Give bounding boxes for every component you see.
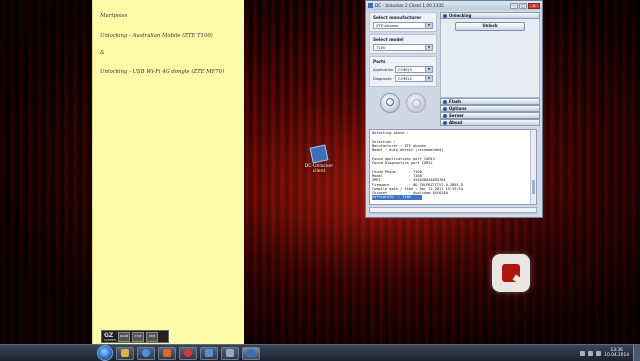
window-titlebar[interactable]: DC - Unlocker 2 Client 1.00.1335 – □ x — [366, 1, 542, 10]
application-port-select[interactable]: COM13 ▼ — [395, 66, 433, 73]
manufacturer-group: Select manufacturer ZTE phones ▼ — [369, 12, 437, 32]
log-output[interactable]: Detecting phone : Selection : Manufactur… — [369, 129, 537, 205]
chevron-down-icon: ▼ — [425, 45, 432, 50]
section-bullet-icon — [443, 13, 447, 18]
model-value: T100 — [376, 45, 386, 50]
section-server-label: Server — [449, 113, 464, 118]
chevron-down-icon: ▼ — [425, 23, 432, 28]
section-bullet-icon — [443, 113, 447, 118]
manufacturer-value: ZTE phones — [376, 23, 399, 28]
recorder-pause-button[interactable]: PAUSE — [118, 331, 131, 342]
desktop-icon-dc-unlocker[interactable]: DC-Unlocker client — [302, 144, 336, 174]
section-flash-label: Flash — [449, 99, 462, 104]
diagnostic-port-select[interactable]: COM12 ▼ — [395, 75, 433, 82]
status-bar — [369, 213, 537, 218]
note-line-3: & — [100, 50, 105, 56]
section-about-label: About — [449, 120, 463, 125]
diagnostic-port-label: Diagnostic — [373, 76, 392, 81]
log-line: ========================================… — [372, 204, 534, 205]
clock-date: 10.04.2014 — [604, 353, 629, 358]
section-flash[interactable]: Flash — [440, 98, 540, 105]
minimize-button[interactable]: – — [510, 2, 518, 9]
diagnostic-port-value: COM12 — [398, 76, 412, 81]
manufacturer-select[interactable]: ZTE phones ▼ — [373, 22, 433, 29]
recorder-stop-button[interactable]: STOP — [132, 331, 145, 342]
manufacturer-heading: Select manufacturer — [373, 15, 422, 20]
section-unlocking-label: Unlocking — [449, 13, 472, 18]
model-heading: Select model — [373, 37, 404, 42]
app-icon — [368, 3, 373, 8]
section-bullet-icon — [443, 120, 447, 125]
chevron-down-icon: ▼ — [425, 76, 432, 81]
note-line-4: Unlocking - USB Wi-Fi 4G dongle (ZTE MF7… — [100, 69, 225, 75]
taskbar: 13:36 10.04.2014 — [0, 344, 640, 361]
section-options-label: Options — [449, 106, 467, 111]
chrome-icon — [184, 349, 192, 357]
section-unlocking[interactable]: Unlocking — [440, 12, 540, 19]
desktop-icon-label: DC-Unlocker client — [304, 164, 334, 174]
model-group: Select model T100 ▼ — [369, 34, 437, 54]
taskbar-app-6[interactable] — [221, 346, 239, 360]
screen-recorder-bar: GZ SCREEN PAUSE STOP HIDE — [101, 330, 169, 343]
right-panel: Unlocking Unlock Flash Options Server Ab… — [440, 12, 540, 126]
taskbar-app-5[interactable] — [200, 346, 218, 360]
compaq-logo — [492, 254, 530, 292]
unlocking-body: Unlock — [440, 19, 540, 98]
section-options[interactable]: Options — [440, 105, 540, 112]
sticky-note[interactable]: Murtpoiss Unlocking - Australian Mobile … — [92, 0, 244, 344]
dc-unlocker-window: DC - Unlocker 2 Client 1.00.1335 – □ x S… — [365, 0, 543, 218]
unlock-button[interactable]: Unlock — [455, 22, 525, 31]
window-title: DC - Unlocker 2 Client 1.00.1335 — [375, 3, 444, 8]
taskbar-media[interactable] — [158, 346, 176, 360]
ports-group: Ports Application COM13 ▼ Diagnostic COM1… — [369, 56, 437, 87]
app-icon — [226, 349, 234, 357]
ports-heading: Ports — [373, 59, 386, 64]
log-scrollbar[interactable] — [530, 130, 536, 204]
section-about[interactable]: About — [440, 119, 540, 126]
taskbar-dc-unlocker[interactable] — [242, 346, 260, 360]
folder-icon — [121, 349, 129, 357]
recorder-hide-button[interactable]: HIDE — [146, 331, 159, 342]
tray-network-icon[interactable] — [580, 350, 586, 356]
application-port-label: Application — [373, 67, 394, 72]
system-tray: 13:36 10.04.2014 — [580, 348, 633, 358]
browser-icon — [142, 349, 150, 357]
taskbar-clock[interactable]: 13:36 10.04.2014 — [604, 348, 629, 358]
section-bullet-icon — [443, 99, 447, 104]
section-bullet-icon — [443, 106, 447, 111]
media-icon — [163, 349, 171, 357]
show-desktop-button[interactable] — [633, 345, 640, 361]
recorder-logo: GZ SCREEN — [104, 331, 117, 342]
app-icon — [205, 349, 213, 357]
tray-flag-icon[interactable] — [596, 350, 602, 356]
stop-button[interactable] — [406, 93, 426, 113]
taskbar-explorer[interactable] — [116, 346, 134, 360]
maximize-button[interactable]: □ — [519, 2, 527, 9]
section-server[interactable]: Server — [440, 112, 540, 119]
search-button[interactable] — [380, 93, 400, 113]
dc-unlocker-icon — [247, 349, 255, 357]
close-button[interactable]: x — [528, 2, 540, 9]
note-line-2: Unlocking - Australian Mobile (ZTE T100) — [100, 33, 213, 39]
start-button[interactable] — [97, 345, 113, 361]
scrollbar-thumb[interactable] — [532, 180, 535, 194]
left-panel: Select manufacturer ZTE phones ▼ Select m… — [369, 12, 437, 124]
model-select[interactable]: T100 ▼ — [373, 44, 433, 51]
dc-unlocker-icon — [309, 144, 329, 164]
taskbar-browser[interactable] — [137, 346, 155, 360]
action-buttons — [369, 89, 437, 117]
chevron-down-icon: ▼ — [425, 67, 432, 72]
note-line-1: Murtpoiss — [100, 13, 128, 19]
application-port-value: COM13 — [398, 67, 412, 72]
taskbar-chrome[interactable] — [179, 346, 197, 360]
tray-volume-icon[interactable] — [588, 350, 594, 356]
